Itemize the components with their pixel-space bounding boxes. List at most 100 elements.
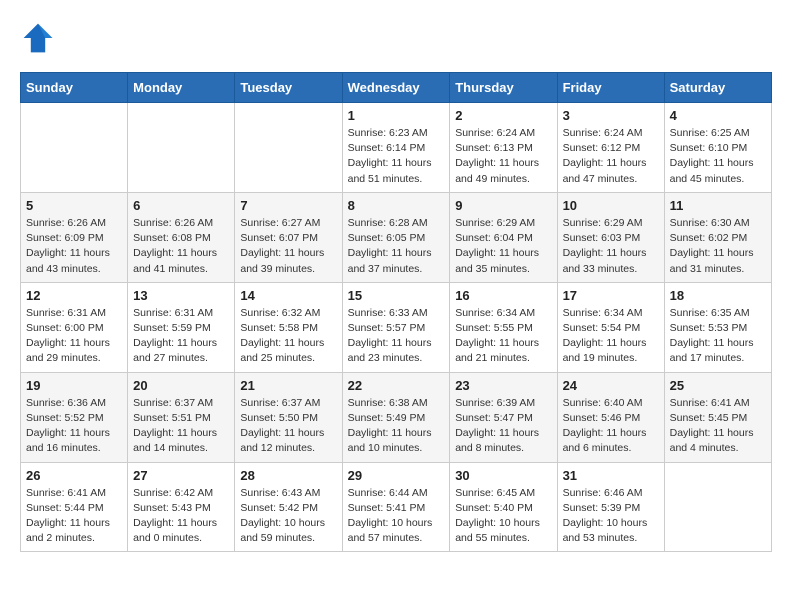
day-info: Sunrise: 6:41 AMSunset: 5:44 PMDaylight:… — [26, 486, 122, 547]
calendar-day-cell: 26Sunrise: 6:41 AMSunset: 5:44 PMDayligh… — [21, 462, 128, 552]
calendar-day-cell: 14 Sunrise: 6:32 AMSunset: 5:58 PMDayligh… — [235, 282, 342, 372]
day-info: Sunrise: 6:33 AMSunset: 5:57 PMDaylight:… — [348, 306, 445, 367]
day-number: 22 — [348, 378, 445, 393]
day-number: 9 — [455, 198, 551, 213]
calendar-day-cell — [235, 103, 342, 193]
calendar-day-cell: 31Sunrise: 6:46 AMSunset: 5:39 PMDayligh… — [557, 462, 664, 552]
calendar-day-cell — [128, 103, 235, 193]
day-number: 14 — [240, 288, 336, 303]
calendar-week-row: 19 Sunrise: 6:36 AMSunset: 5:52 PMDayligh… — [21, 372, 772, 462]
day-number: 31 — [563, 468, 659, 483]
calendar-table: SundayMondayTuesdayWednesdayThursdayFrid… — [20, 72, 772, 552]
day-info: Sunrise: 6:34 AMSunset: 5:54 PMDaylight:… — [563, 306, 659, 367]
day-number: 19 — [26, 378, 122, 393]
calendar-day-cell: 15 Sunrise: 6:33 AMSunset: 5:57 PMDayligh… — [342, 282, 450, 372]
day-number: 24 — [563, 378, 659, 393]
weekday-header-row: SundayMondayTuesdayWednesdayThursdayFrid… — [21, 73, 772, 103]
weekday-header-cell: Tuesday — [235, 73, 342, 103]
calendar-day-cell: 20Sunrise: 6:37 AMSunset: 5:51 PMDayligh… — [128, 372, 235, 462]
day-info: Sunrise: 6:32 AMSunset: 5:58 PMDaylight:… — [240, 306, 336, 367]
page-header — [20, 20, 772, 56]
day-info: Sunrise: 6:37 AMSunset: 5:50 PMDaylight:… — [240, 396, 336, 457]
day-number: 5 — [26, 198, 122, 213]
calendar-week-row: 5 Sunrise: 6:26 AMSunset: 6:09 PMDaylight… — [21, 192, 772, 282]
day-info: Sunrise: 6:40 AMSunset: 5:46 PMDaylight:… — [563, 396, 659, 457]
weekday-header-cell: Friday — [557, 73, 664, 103]
day-info: Sunrise: 6:35 AMSunset: 5:53 PMDaylight:… — [670, 306, 766, 367]
day-number: 8 — [348, 198, 445, 213]
weekday-header-cell: Wednesday — [342, 73, 450, 103]
day-info: Sunrise: 6:39 AMSunset: 5:47 PMDaylight:… — [455, 396, 551, 457]
logo-icon — [20, 20, 56, 56]
calendar-day-cell: 28 Sunrise: 6:43 AMSunset: 5:42 PMDayligh… — [235, 462, 342, 552]
day-number: 11 — [670, 198, 766, 213]
day-number: 7 — [240, 198, 336, 213]
day-info: Sunrise: 6:31 AMSunset: 6:00 PMDaylight:… — [26, 306, 122, 367]
weekday-header-cell: Monday — [128, 73, 235, 103]
day-info: Sunrise: 6:27 AMSunset: 6:07 PMDaylight:… — [240, 216, 336, 277]
calendar-week-row: 12 Sunrise: 6:31 AMSunset: 6:00 PMDayligh… — [21, 282, 772, 372]
calendar-day-cell: 22 Sunrise: 6:38 AMSunset: 5:49 PMDayligh… — [342, 372, 450, 462]
day-info: Sunrise: 6:43 AMSunset: 5:42 PMDaylight:… — [240, 486, 336, 547]
day-info: Sunrise: 6:23 AMSunset: 6:14 PMDaylight:… — [348, 126, 445, 187]
day-info: Sunrise: 6:26 AMSunset: 6:09 PMDaylight:… — [26, 216, 122, 277]
day-number: 25 — [670, 378, 766, 393]
calendar-day-cell: 19 Sunrise: 6:36 AMSunset: 5:52 PMDayligh… — [21, 372, 128, 462]
weekday-header-cell: Thursday — [450, 73, 557, 103]
day-number: 16 — [455, 288, 551, 303]
calendar-day-cell: 9 Sunrise: 6:29 AMSunset: 6:04 PMDaylight… — [450, 192, 557, 282]
day-info: Sunrise: 6:44 AMSunset: 5:41 PMDaylight:… — [348, 486, 445, 547]
day-info: Sunrise: 6:36 AMSunset: 5:52 PMDaylight:… — [26, 396, 122, 457]
day-number: 13 — [133, 288, 229, 303]
day-number: 28 — [240, 468, 336, 483]
day-info: Sunrise: 6:34 AMSunset: 5:55 PMDaylight:… — [455, 306, 551, 367]
calendar-day-cell: 3Sunrise: 6:24 AMSunset: 6:12 PMDaylight… — [557, 103, 664, 193]
calendar-day-cell: 12 Sunrise: 6:31 AMSunset: 6:00 PMDayligh… — [21, 282, 128, 372]
calendar-day-cell: 7 Sunrise: 6:27 AMSunset: 6:07 PMDaylight… — [235, 192, 342, 282]
calendar-day-cell: 21Sunrise: 6:37 AMSunset: 5:50 PMDayligh… — [235, 372, 342, 462]
day-number: 15 — [348, 288, 445, 303]
day-number: 4 — [670, 108, 766, 123]
calendar-day-cell: 10Sunrise: 6:29 AMSunset: 6:03 PMDayligh… — [557, 192, 664, 282]
day-number: 27 — [133, 468, 229, 483]
logo — [20, 20, 62, 56]
day-number: 17 — [563, 288, 659, 303]
calendar-day-cell — [664, 462, 771, 552]
calendar-day-cell: 11Sunrise: 6:30 AMSunset: 6:02 PMDayligh… — [664, 192, 771, 282]
calendar-day-cell: 29 Sunrise: 6:44 AMSunset: 5:41 PMDayligh… — [342, 462, 450, 552]
day-number: 30 — [455, 468, 551, 483]
day-number: 3 — [563, 108, 659, 123]
day-number: 20 — [133, 378, 229, 393]
calendar-day-cell: 23 Sunrise: 6:39 AMSunset: 5:47 PMDayligh… — [450, 372, 557, 462]
day-number: 10 — [563, 198, 659, 213]
day-info: Sunrise: 6:38 AMSunset: 5:49 PMDaylight:… — [348, 396, 445, 457]
day-number: 23 — [455, 378, 551, 393]
calendar-day-cell: 16 Sunrise: 6:34 AMSunset: 5:55 PMDayligh… — [450, 282, 557, 372]
calendar-week-row: 26Sunrise: 6:41 AMSunset: 5:44 PMDayligh… — [21, 462, 772, 552]
day-info: Sunrise: 6:41 AMSunset: 5:45 PMDaylight:… — [670, 396, 766, 457]
day-number: 1 — [348, 108, 445, 123]
calendar-day-cell — [21, 103, 128, 193]
calendar-day-cell: 1 Sunrise: 6:23 AMSunset: 6:14 PMDaylight… — [342, 103, 450, 193]
day-info: Sunrise: 6:28 AMSunset: 6:05 PMDaylight:… — [348, 216, 445, 277]
calendar-day-cell: 4 Sunrise: 6:25 AMSunset: 6:10 PMDaylight… — [664, 103, 771, 193]
weekday-header-cell: Saturday — [664, 73, 771, 103]
day-number: 6 — [133, 198, 229, 213]
calendar-day-cell: 17 Sunrise: 6:34 AMSunset: 5:54 PMDayligh… — [557, 282, 664, 372]
calendar-day-cell: 25 Sunrise: 6:41 AMSunset: 5:45 PMDayligh… — [664, 372, 771, 462]
day-number: 29 — [348, 468, 445, 483]
calendar-day-cell: 27 Sunrise: 6:42 AMSunset: 5:43 PMDayligh… — [128, 462, 235, 552]
day-info: Sunrise: 6:25 AMSunset: 6:10 PMDaylight:… — [670, 126, 766, 187]
calendar-day-cell: 2 Sunrise: 6:24 AMSunset: 6:13 PMDaylight… — [450, 103, 557, 193]
calendar-day-cell: 5 Sunrise: 6:26 AMSunset: 6:09 PMDaylight… — [21, 192, 128, 282]
day-info: Sunrise: 6:29 AMSunset: 6:04 PMDaylight:… — [455, 216, 551, 277]
day-info: Sunrise: 6:45 AMSunset: 5:40 PMDaylight:… — [455, 486, 551, 547]
calendar-day-cell: 18Sunrise: 6:35 AMSunset: 5:53 PMDayligh… — [664, 282, 771, 372]
day-number: 12 — [26, 288, 122, 303]
day-info: Sunrise: 6:24 AMSunset: 6:13 PMDaylight:… — [455, 126, 551, 187]
day-number: 2 — [455, 108, 551, 123]
calendar-body: 1 Sunrise: 6:23 AMSunset: 6:14 PMDaylight… — [21, 103, 772, 552]
day-info: Sunrise: 6:42 AMSunset: 5:43 PMDaylight:… — [133, 486, 229, 547]
calendar-day-cell: 8 Sunrise: 6:28 AMSunset: 6:05 PMDaylight… — [342, 192, 450, 282]
calendar-day-cell: 30 Sunrise: 6:45 AMSunset: 5:40 PMDayligh… — [450, 462, 557, 552]
